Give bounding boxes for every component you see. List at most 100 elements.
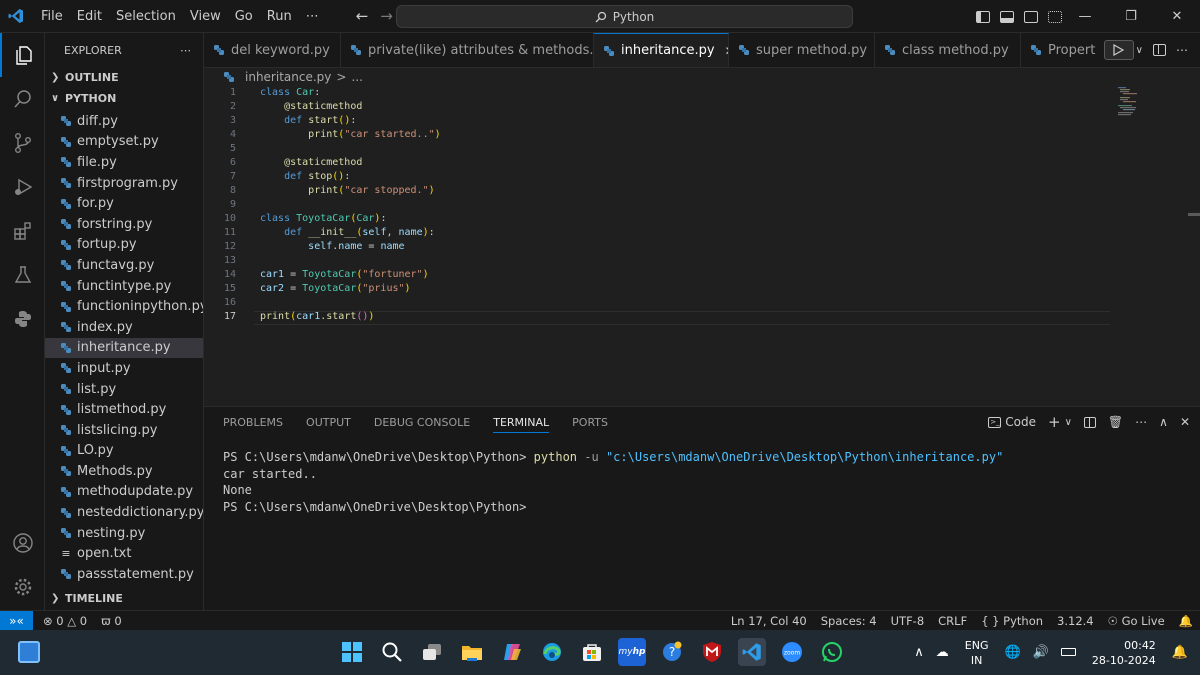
show-hidden-icons-chevron-up-icon[interactable]: ∧ [914,645,924,660]
account-icon[interactable] [0,521,45,565]
minimize-icon[interactable]: — [1062,0,1108,33]
python-folder-section[interactable]: ∨ PYTHON [45,88,203,109]
more-actions-icon[interactable]: ⋯ [1135,415,1147,429]
more-actions-icon[interactable]: ⋯ [1176,43,1188,57]
menu-more[interactable]: ⋯ [299,0,326,33]
scrollbar-marker[interactable] [1188,213,1200,216]
python-version[interactable]: 3.12.4 [1050,614,1101,628]
tab-problems[interactable]: PROBLEMS [223,416,283,429]
end-of-line[interactable]: CRLF [931,614,974,628]
file-item[interactable]: methodupdate.py [45,482,203,503]
edge-icon[interactable] [538,638,566,666]
editor-tab[interactable]: inheritance.py✕ [594,33,729,67]
split-editor-icon[interactable] [1153,44,1166,56]
file-item[interactable]: forstring.py [45,214,203,235]
whatsapp-icon[interactable] [818,638,846,666]
tab-terminal[interactable]: TERMINAL [493,416,550,433]
breadcrumb-file[interactable]: inheritance.py [245,70,331,84]
code-editor[interactable]: 1 class Car: 2 @staticmethod 3 def start():… [204,86,1200,406]
file-item[interactable]: Methods.py [45,461,203,482]
task-view-icon[interactable] [418,638,446,666]
maximize-panel-chevron-up-icon[interactable]: ∧ [1159,415,1168,429]
file-item[interactable]: emptyset.py [45,132,203,153]
vscode-icon[interactable] [738,638,766,666]
terminal-shell-selector[interactable]: >_ Code [988,415,1036,429]
minimap[interactable] [1116,86,1144,116]
ports-status[interactable]: ϖ 0 [94,614,129,628]
notifications-bell-icon[interactable]: 🔔 [1172,614,1200,628]
help-icon[interactable]: ? [658,638,686,666]
mcafee-icon[interactable] [698,638,726,666]
outline-section[interactable]: ❯ OUTLINE [45,67,203,88]
file-item[interactable]: functioninpython.py [45,296,203,317]
toggle-panel-icon[interactable] [1000,10,1014,23]
command-center-search[interactable]: Python [396,5,853,28]
input-language[interactable]: ENG IN [965,638,989,668]
store-icon[interactable] [578,638,606,666]
file-item[interactable]: listslicing.py [45,420,203,441]
back-arrow-icon[interactable]: ← [356,7,369,25]
restore-icon[interactable]: ❐ [1108,0,1154,33]
file-item[interactable]: ≡ open.txt [45,543,203,564]
menu-run[interactable]: Run [260,0,299,33]
file-item[interactable]: list.py [45,379,203,400]
volume-icon[interactable]: 🔊 [1033,645,1049,660]
customize-layout-icon[interactable] [1048,10,1062,23]
search-icon[interactable] [378,638,406,666]
cursor-position[interactable]: Ln 17, Col 40 [724,614,814,628]
extensions-icon[interactable] [0,209,45,253]
close-icon[interactable]: ✕ [1154,0,1200,33]
remote-indicator-icon[interactable]: »« [0,610,33,631]
zoom-icon[interactable]: zoom [778,638,806,666]
file-item[interactable]: passstatement.py [45,564,203,585]
python-icon[interactable] [0,297,45,341]
file-item[interactable]: functavg.py [45,255,203,276]
widgets-icon[interactable] [18,641,40,663]
file-item[interactable]: firstprogram.py [45,173,203,194]
breadcrumb-symbol[interactable]: ... [351,70,362,84]
go-live-button[interactable]: ☉ Go Live [1101,614,1172,628]
menu-view[interactable]: View [183,0,228,33]
toggle-secondary-sidebar-icon[interactable] [1024,10,1038,23]
toggle-sidebar-icon[interactable] [976,10,990,23]
file-item[interactable]: inheritance.py [45,337,203,359]
copilot-icon[interactable] [498,638,526,666]
split-terminal-icon[interactable] [1083,416,1096,428]
menu-file[interactable]: File [34,0,70,33]
new-terminal-plus-icon[interactable]: + [1048,413,1061,431]
file-item[interactable]: nesteddictionary.py [45,502,203,523]
menu-selection[interactable]: Selection [109,0,183,33]
encoding[interactable]: UTF-8 [884,614,932,628]
file-item[interactable]: nesting.py [45,523,203,544]
forward-arrow-icon[interactable]: → [380,7,393,25]
run-python-file-button[interactable] [1103,40,1134,60]
file-item[interactable]: for.py [45,193,203,214]
terminal-dropdown-chevron-icon[interactable]: ∨ [1065,417,1072,428]
menu-go[interactable]: Go [228,0,260,33]
run-dropdown-chevron-icon[interactable]: ∨ [1136,45,1143,56]
close-panel-icon[interactable]: ✕ [1180,415,1190,429]
indentation[interactable]: Spaces: 4 [814,614,884,628]
editor-tab[interactable]: private(like) attributes & methods.py [341,33,594,67]
problems-status[interactable]: ⊗ 0 △ 0 [36,614,94,628]
weather-cloud-icon[interactable]: ☁ [936,645,949,660]
file-item[interactable]: listmethod.py [45,399,203,420]
tab-debug-console[interactable]: DEBUG CONSOLE [374,416,470,429]
file-item[interactable]: functintype.py [45,276,203,297]
language-mode[interactable]: { } Python [974,614,1050,628]
clock[interactable]: 00:42 28-10-2024 [1092,638,1156,668]
battery-icon[interactable] [1060,646,1076,659]
testing-flask-icon[interactable] [0,253,45,297]
hp-icon[interactable]: my hp [618,638,646,666]
timeline-section[interactable]: ❯ TIMELINE [45,588,203,609]
notification-bell-icon[interactable]: 🔔 [1172,645,1188,660]
file-item[interactable]: diff.py [45,111,203,132]
run-debug-icon[interactable] [0,165,45,209]
kill-terminal-trash-icon[interactable]: 🗑 [1108,415,1123,429]
file-item[interactable]: LO.py [45,441,203,462]
file-item[interactable]: file.py [45,152,203,173]
source-control-icon[interactable] [0,121,45,165]
windows-start-icon[interactable] [338,638,366,666]
file-item[interactable]: input.py [45,358,203,379]
file-item[interactable]: index.py [45,317,203,338]
